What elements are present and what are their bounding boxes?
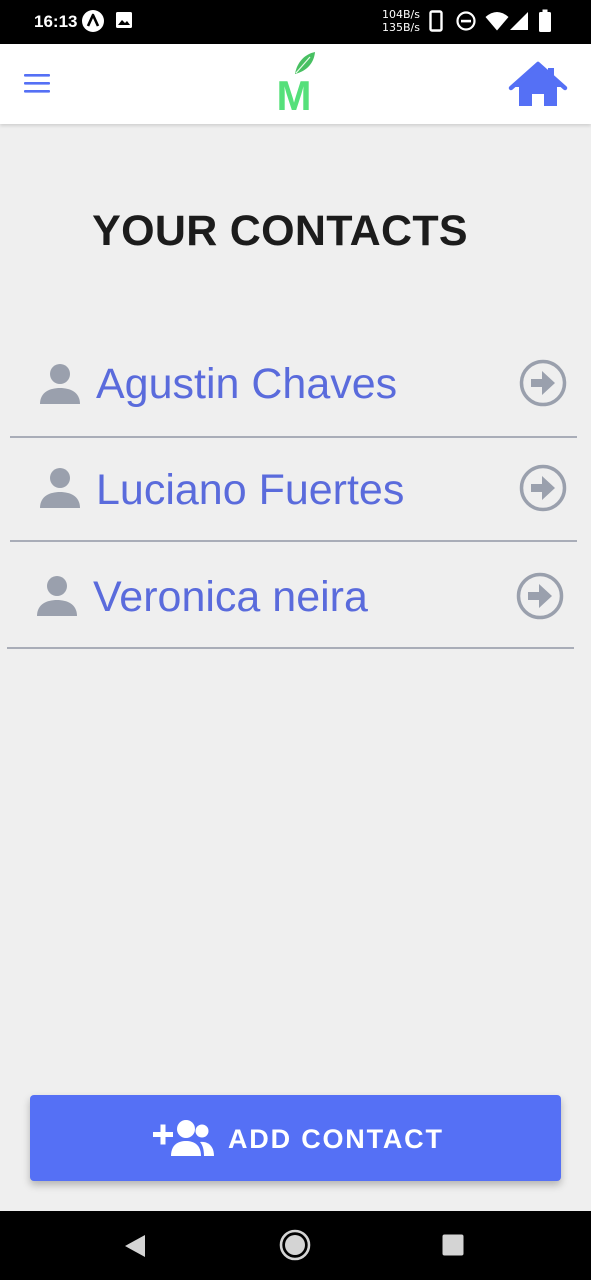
divider bbox=[7, 647, 574, 649]
wifi-icon bbox=[485, 12, 509, 31]
contact-name: Veronica neira bbox=[93, 573, 368, 621]
do-not-disturb-icon bbox=[456, 11, 476, 31]
system-nav-bar bbox=[0, 1211, 591, 1280]
status-time: 16:13 bbox=[34, 12, 78, 31]
network-speed: 104B/s 135B/s bbox=[382, 8, 420, 34]
contact-name: Agustin Chaves bbox=[96, 360, 398, 408]
divider bbox=[10, 540, 577, 542]
person-icon bbox=[40, 468, 80, 508]
home-icon[interactable] bbox=[508, 60, 568, 110]
page-title: YOUR CONTACTS bbox=[92, 207, 468, 255]
contact-row[interactable]: Agustin Chaves bbox=[10, 334, 577, 438]
add-contact-label: ADD CONTACT bbox=[228, 1124, 444, 1154]
person-icon bbox=[37, 576, 77, 616]
recents-icon[interactable] bbox=[441, 1233, 465, 1257]
add-user-icon bbox=[153, 1120, 214, 1156]
contact-name: Luciano Fuertes bbox=[96, 466, 405, 514]
net-down: 104B/s bbox=[382, 8, 420, 21]
home-circle-icon[interactable] bbox=[279, 1229, 311, 1261]
arrow-right-circle-icon[interactable] bbox=[515, 571, 565, 621]
arrow-right-circle-icon[interactable] bbox=[518, 463, 568, 513]
image-notification-icon bbox=[116, 12, 132, 28]
phone-icon bbox=[429, 10, 443, 32]
person-icon bbox=[40, 364, 80, 404]
contact-row[interactable]: Veronica neira bbox=[7, 545, 574, 649]
contact-row[interactable]: Luciano Fuertes bbox=[10, 438, 577, 542]
status-bar: 16:13 104B/s 135B/s bbox=[0, 0, 591, 44]
add-contact-button[interactable]: ADD CONTACT bbox=[30, 1095, 561, 1181]
app-bar: M bbox=[0, 44, 591, 124]
logo-letter: M bbox=[277, 72, 312, 116]
cell-signal-icon bbox=[510, 12, 528, 30]
app-logo: M bbox=[277, 52, 315, 116]
hamburger-menu-icon[interactable] bbox=[18, 67, 58, 101]
app-notification-icon bbox=[82, 10, 104, 32]
arrow-right-circle-icon[interactable] bbox=[518, 358, 568, 408]
battery-icon bbox=[539, 9, 551, 32]
net-up: 135B/s bbox=[382, 21, 420, 34]
back-icon[interactable] bbox=[122, 1233, 148, 1259]
